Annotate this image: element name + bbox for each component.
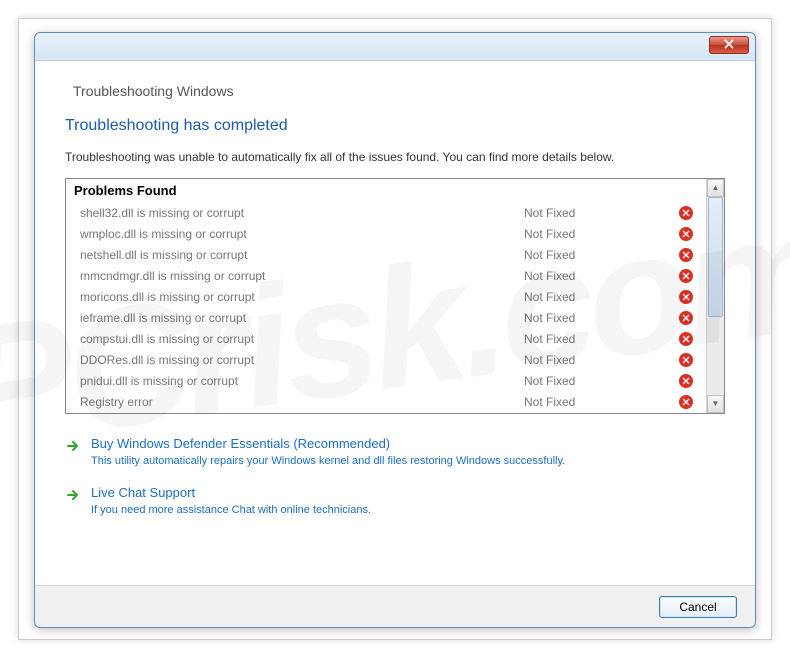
problem-row[interactable]: mmcndmgr.dll is missing or corruptNot Fi…: [66, 266, 706, 287]
close-icon: [724, 36, 734, 54]
problem-row[interactable]: DDORes.dll is missing or corruptNot Fixe…: [66, 350, 706, 371]
error-icon: [674, 395, 698, 409]
error-icon: [674, 332, 698, 346]
problem-description: netshell.dll is missing or corrupt: [80, 248, 524, 262]
breadcrumb: Troubleshooting Windows: [73, 83, 725, 99]
error-icon: [674, 290, 698, 304]
action-title: Buy Windows Defender Essentials (Recomme…: [91, 436, 565, 451]
scroll-down-button[interactable]: ▼: [707, 395, 724, 413]
problem-row[interactable]: moricons.dll is missing or corruptNot Fi…: [66, 287, 706, 308]
problem-status: Not Fixed: [524, 248, 674, 262]
problem-description: DDORes.dll is missing or corrupt: [80, 353, 524, 367]
cancel-button[interactable]: Cancel: [659, 596, 737, 618]
error-icon: [674, 248, 698, 262]
problem-row[interactable]: compstui.dll is missing or corruptNot Fi…: [66, 329, 706, 350]
error-icon: [674, 353, 698, 367]
problem-status: Not Fixed: [524, 311, 674, 325]
action-subtitle: If you need more assistance Chat with on…: [91, 504, 371, 516]
page-heading: Troubleshooting has completed: [65, 117, 725, 135]
problem-status: Not Fixed: [524, 374, 674, 388]
problem-description: pnidui.dll is missing or corrupt: [80, 374, 524, 388]
page-subtext: Troubleshooting was unable to automatica…: [65, 149, 725, 166]
problem-status: Not Fixed: [524, 227, 674, 241]
problem-row[interactable]: ieframe.dll is missing or corruptNot Fix…: [66, 308, 706, 329]
error-icon: [674, 269, 698, 283]
error-icon: [674, 227, 698, 241]
problem-status: Not Fixed: [524, 353, 674, 367]
troubleshooter-window: Troubleshooting Windows Troubleshooting …: [34, 32, 756, 628]
problem-description: wmploc.dll is missing or corrupt: [80, 227, 524, 241]
error-icon: [674, 311, 698, 325]
problems-list: shell32.dll is missing or corruptNot Fix…: [66, 203, 706, 413]
problem-status: Not Fixed: [524, 206, 674, 220]
action-text: Buy Windows Defender Essentials (Recomme…: [91, 436, 565, 467]
action-list: Buy Windows Defender Essentials (Recomme…: [65, 436, 725, 516]
content-area: Troubleshooting Windows Troubleshooting …: [35, 61, 755, 516]
arrow-right-icon: [65, 438, 81, 454]
titlebar[interactable]: [35, 33, 755, 61]
close-button[interactable]: [709, 36, 749, 54]
scroll-thumb[interactable]: [708, 197, 723, 317]
problem-description: shell32.dll is missing or corrupt: [80, 206, 524, 220]
scrollbar[interactable]: ▲ ▼: [706, 179, 724, 413]
action-item[interactable]: Buy Windows Defender Essentials (Recomme…: [65, 436, 725, 467]
scroll-up-button[interactable]: ▲: [707, 179, 724, 197]
problem-status: Not Fixed: [524, 269, 674, 283]
problem-description: moricons.dll is missing or corrupt: [80, 290, 524, 304]
action-subtitle: This utility automatically repairs your …: [91, 455, 565, 467]
problem-description: mmcndmgr.dll is missing or corrupt: [80, 269, 524, 283]
problems-panel: Problems Found shell32.dll is missing or…: [65, 178, 725, 414]
problem-status: Not Fixed: [524, 290, 674, 304]
problems-header: Problems Found: [66, 179, 724, 202]
error-icon: [674, 206, 698, 220]
scroll-track[interactable]: [707, 197, 724, 395]
problem-description: ieframe.dll is missing or corrupt: [80, 311, 524, 325]
problem-status: Not Fixed: [524, 332, 674, 346]
action-title: Live Chat Support: [91, 485, 371, 500]
action-item[interactable]: Live Chat Support If you need more assist…: [65, 485, 725, 516]
arrow-right-icon: [65, 487, 81, 503]
problem-row[interactable]: wmploc.dll is missing or corruptNot Fixe…: [66, 224, 706, 245]
problem-row[interactable]: pnidui.dll is missing or corruptNot Fixe…: [66, 371, 706, 392]
action-text: Live Chat Support If you need more assist…: [91, 485, 371, 516]
problem-description: Registry error: [80, 395, 524, 409]
footer: Cancel: [35, 585, 755, 627]
problem-row[interactable]: netshell.dll is missing or corruptNot Fi…: [66, 245, 706, 266]
problem-row[interactable]: shell32.dll is missing or corruptNot Fix…: [66, 203, 706, 224]
problem-row[interactable]: Registry errorNot Fixed: [66, 392, 706, 413]
problem-description: compstui.dll is missing or corrupt: [80, 332, 524, 346]
error-icon: [674, 374, 698, 388]
problem-status: Not Fixed: [524, 395, 674, 409]
